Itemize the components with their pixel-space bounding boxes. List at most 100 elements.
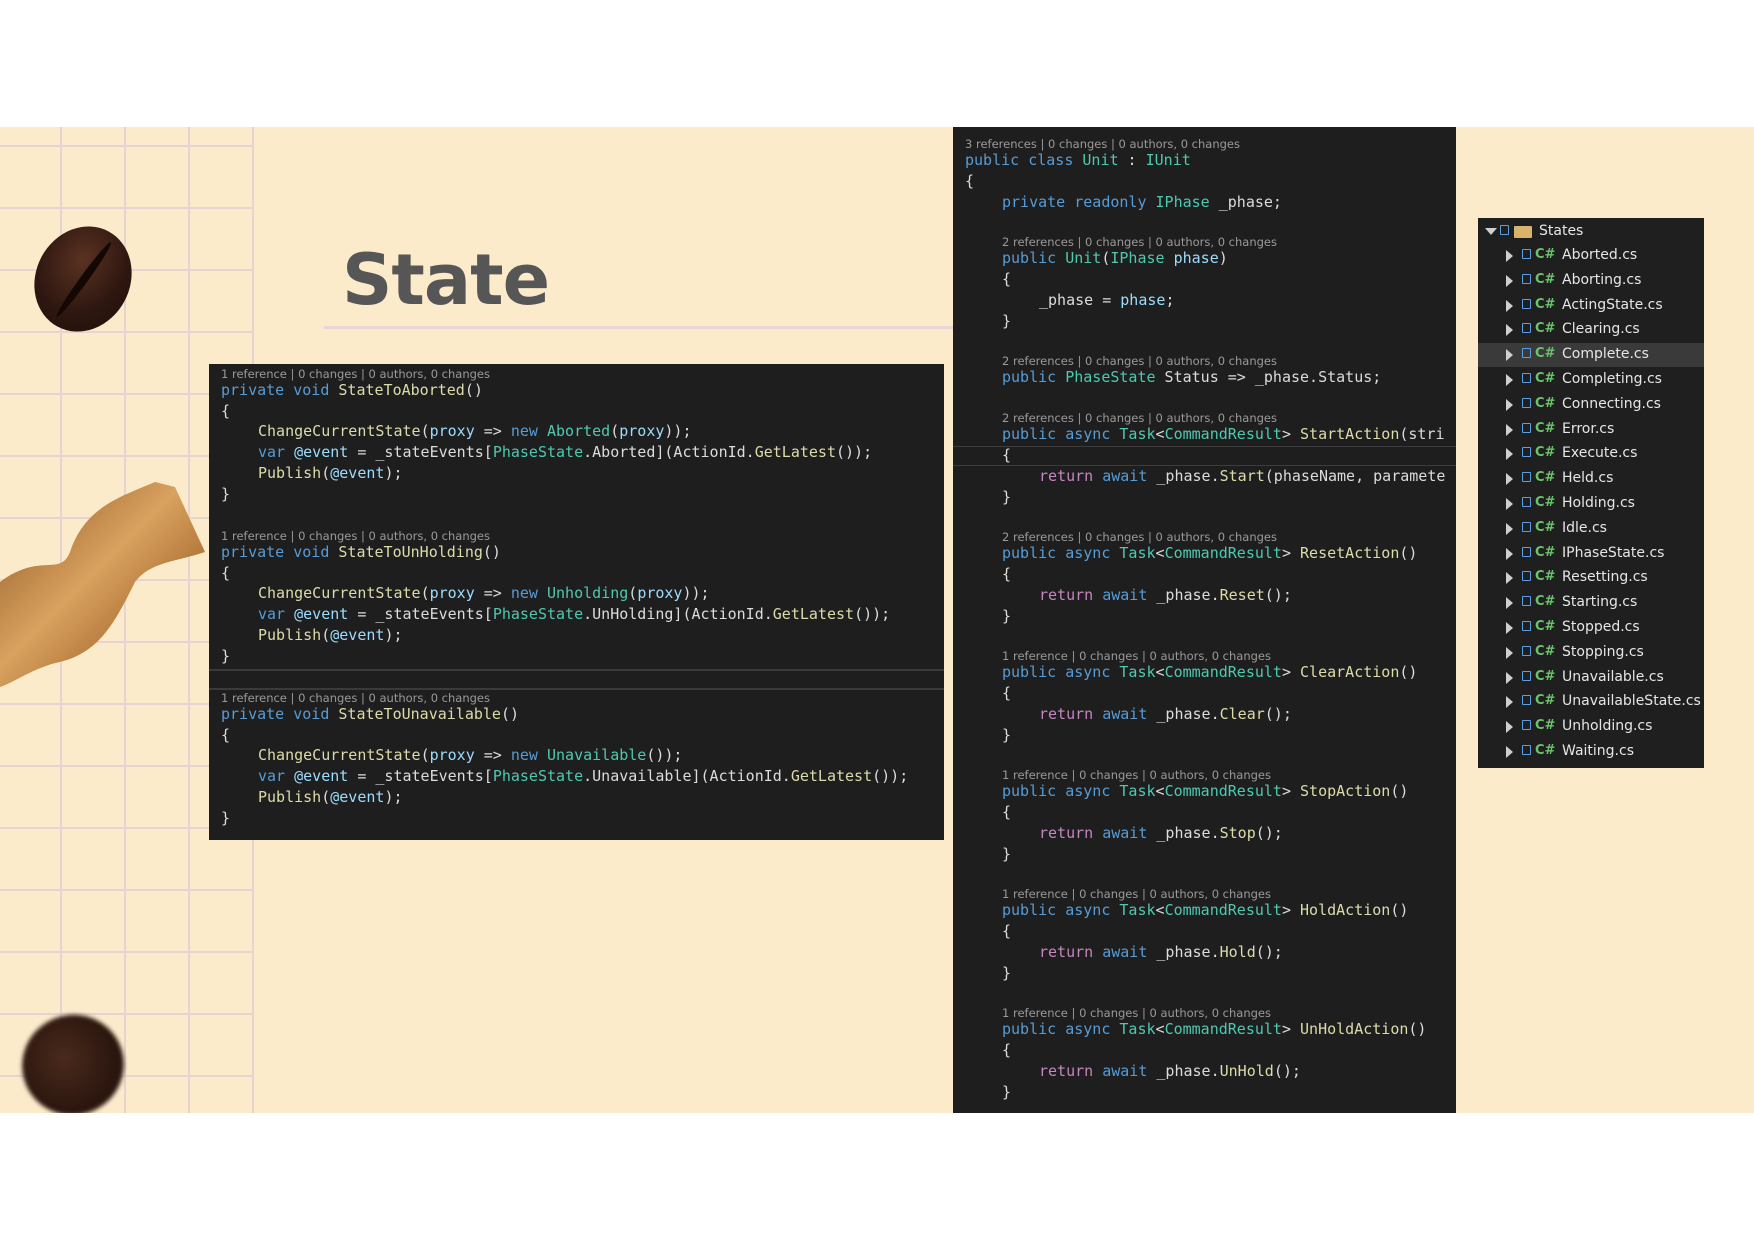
file-row[interactable]: C# Error.cs [1478, 418, 1704, 442]
open-brace: { [1002, 1041, 1012, 1059]
file-row[interactable]: C# Unholding.cs [1478, 715, 1704, 739]
chevron-right-icon[interactable] [1506, 324, 1513, 337]
code-text: (); [1255, 824, 1283, 842]
code-text: _phase. [1147, 943, 1220, 961]
file-row[interactable]: C# Completing.cs [1478, 368, 1704, 392]
chevron-right-icon[interactable] [1506, 473, 1513, 486]
chevron-right-icon[interactable] [1506, 721, 1513, 734]
lock-icon [1522, 373, 1531, 383]
codelens-info[interactable]: 2 references | 0 changes | 0 authors, 0 … [1002, 354, 1277, 368]
bean-crease [53, 239, 115, 320]
file-row[interactable]: C# ActingState.cs [1478, 294, 1704, 318]
file-row[interactable]: C# Resetting.cs [1478, 566, 1704, 590]
arrow: => [474, 422, 511, 440]
chevron-right-icon[interactable] [1506, 448, 1513, 461]
codelens-info[interactable]: 1 reference | 0 changes | 0 authors, 0 c… [221, 367, 490, 381]
chevron-right-icon[interactable] [1506, 597, 1513, 610]
slide-background: State 1 reference | 0 changes | 0 author… [0, 127, 1754, 1113]
chevron-right-icon[interactable] [1506, 423, 1513, 436]
keyword: return [1039, 467, 1094, 485]
chevron-right-icon[interactable] [1506, 522, 1513, 535]
chevron-right-icon[interactable] [1506, 349, 1513, 362]
code-line: ChangeCurrentState(proxy => new Aborted(… [258, 422, 692, 440]
keyword: await [1093, 943, 1148, 961]
file-row[interactable]: C# Complete.cs [1478, 343, 1704, 368]
method-name: StartAction [1291, 425, 1400, 443]
csharp-file-icon: C# [1535, 569, 1556, 585]
file-row[interactable]: C# Waiting.cs [1478, 740, 1704, 764]
chevron-down-icon[interactable] [1485, 228, 1497, 235]
codelens-info[interactable]: 3 references | 0 changes | 0 authors, 0 … [965, 137, 1240, 151]
chevron-right-icon[interactable] [1506, 746, 1513, 758]
folder-row-states[interactable]: States [1478, 220, 1704, 244]
keyword: new [510, 422, 538, 440]
file-row[interactable]: C# Connecting.cs [1478, 393, 1704, 417]
csharp-file-icon: C# [1535, 594, 1556, 610]
current-line-highlight [953, 465, 1456, 466]
lock-icon [1500, 225, 1509, 235]
code-line: Publish(@event); [258, 464, 403, 482]
file-label: Unavailable.cs [1562, 668, 1664, 685]
codelens-info[interactable]: 2 references | 0 changes | 0 authors, 0 … [1002, 235, 1277, 249]
file-row[interactable]: C# Aborting.cs [1478, 269, 1704, 293]
code-text: _phase = [1039, 291, 1121, 309]
chevron-right-icon[interactable] [1506, 572, 1513, 585]
title-divider [324, 326, 954, 329]
chevron-right-icon[interactable] [1506, 547, 1513, 560]
file-row[interactable]: C# Starting.cs [1478, 591, 1704, 615]
file-row[interactable]: C# UnavailableState.cs [1478, 690, 1704, 714]
chevron-right-icon[interactable] [1506, 696, 1513, 709]
class-declaration: public class Unit : IUnit [965, 151, 1191, 169]
file-label: Complete.cs [1562, 346, 1649, 363]
chevron-right-icon[interactable] [1506, 250, 1513, 262]
file-row[interactable]: C# Stopping.cs [1478, 641, 1704, 665]
method-call: ChangeCurrentState [258, 746, 421, 764]
punctuation: > [1281, 901, 1291, 919]
codelens-info[interactable]: 2 references | 0 changes | 0 authors, 0 … [1002, 530, 1277, 544]
type-name: CommandResult [1164, 663, 1282, 681]
punctuation: > [1281, 425, 1291, 443]
open-brace: { [1002, 270, 1012, 288]
file-row[interactable]: C# Unavailable.cs [1478, 666, 1704, 690]
code-line: var @event = _stateEvents[PhaseState.Abo… [258, 443, 872, 461]
punctuation: : [1118, 151, 1146, 169]
snippet-separator [209, 688, 944, 690]
arrow: => [474, 584, 511, 602]
method-call: Stop [1219, 824, 1256, 842]
codelens-info[interactable]: 1 reference | 0 changes | 0 authors, 0 c… [221, 691, 490, 705]
file-row[interactable]: C# Idle.cs [1478, 517, 1704, 541]
open-brace: { [1002, 803, 1012, 821]
file-row[interactable]: C# IPhaseState.cs [1478, 542, 1704, 566]
chevron-right-icon[interactable] [1506, 374, 1513, 386]
file-row[interactable]: C# Held.cs [1478, 467, 1704, 491]
file-row[interactable]: C# Aborted.cs [1478, 244, 1704, 268]
chevron-right-icon[interactable] [1506, 274, 1513, 287]
lock-icon [1522, 695, 1531, 706]
type-name: PhaseState [1056, 368, 1156, 386]
file-row[interactable]: C# Clearing.cs [1478, 318, 1704, 342]
punctuation: () [1399, 544, 1418, 562]
codelens-info[interactable]: 1 reference | 0 changes | 0 authors, 0 c… [1002, 768, 1271, 782]
method-call: Publish [258, 626, 322, 644]
file-row[interactable]: C# Execute.cs [1478, 442, 1704, 466]
file-label: Aborted.cs [1562, 247, 1638, 263]
file-row[interactable]: C# Holding.cs [1478, 492, 1704, 516]
chevron-right-icon[interactable] [1506, 646, 1513, 659]
method-call: Hold [1219, 943, 1256, 961]
chevron-right-icon[interactable] [1506, 671, 1513, 684]
codelens-info[interactable]: 1 reference | 0 changes | 0 authors, 0 c… [221, 529, 490, 543]
codelens-info[interactable]: 1 reference | 0 changes | 0 authors, 0 c… [1002, 887, 1271, 901]
codelens-info[interactable]: 1 reference | 0 changes | 0 authors, 0 c… [1002, 649, 1271, 663]
csharp-file-icon: C# [1535, 395, 1556, 411]
chevron-right-icon[interactable] [1506, 398, 1513, 411]
chevron-right-icon[interactable] [1506, 498, 1513, 510]
chevron-right-icon[interactable] [1506, 622, 1513, 634]
codelens-info[interactable]: 2 references | 0 changes | 0 authors, 0 … [1002, 411, 1277, 425]
csharp-file-icon: C# [1535, 718, 1556, 734]
folder-label: States [1539, 223, 1584, 239]
file-row[interactable]: C# Stopped.cs [1478, 616, 1704, 640]
codelens-info[interactable]: 1 reference | 0 changes | 0 authors, 0 c… [1002, 1006, 1271, 1020]
keyword: return [1039, 943, 1094, 961]
chevron-right-icon[interactable] [1506, 299, 1513, 312]
csharp-file-icon: C# [1535, 495, 1556, 510]
